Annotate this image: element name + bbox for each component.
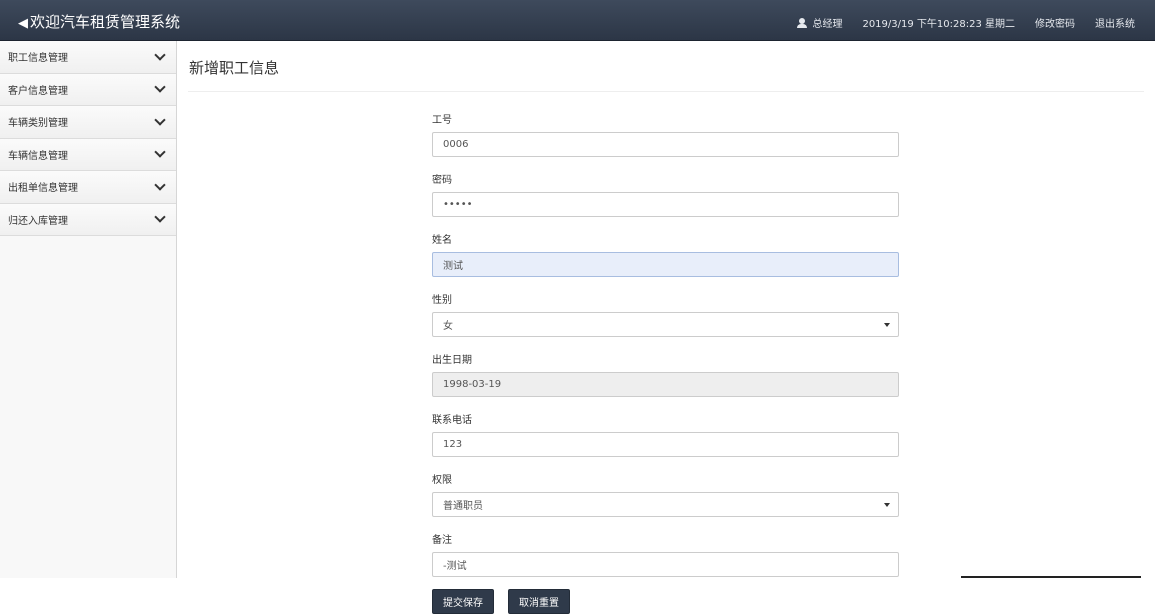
permission-label: 权限 <box>432 475 452 486</box>
chevron-down-icon <box>154 114 166 126</box>
phone-input[interactable]: 123 <box>432 432 899 457</box>
employee-id-input[interactable]: 0006 <box>432 132 899 157</box>
sidebar-item-label: 职工信息管理 <box>8 53 68 65</box>
sidebar-item-label: 客户信息管理 <box>8 85 68 97</box>
app-title: 欢迎汽车租赁管理系统 <box>30 13 181 31</box>
birthdate-value: 1998-03-19 <box>443 379 502 390</box>
employee-form: 工号 0006 密码 ••••• 姓名 测试 性别 女 出生日期 1998-03… <box>432 111 899 614</box>
phone-value: 123 <box>443 439 463 450</box>
title-divider <box>188 91 1144 92</box>
current-user-name: 总经理 <box>812 19 843 30</box>
current-user[interactable]: 总经理 <box>797 15 842 30</box>
page-title: 新增职工信息 <box>189 59 280 77</box>
current-datetime: 2019/3/19 下午10:28:23 星期二 <box>862 19 1015 30</box>
cancel-reset-button[interactable]: 取消重置 <box>508 589 570 614</box>
sidebar-item-vehicle-info[interactable]: 车辆信息管理 <box>0 138 176 171</box>
sidebar-item-label: 出租单信息管理 <box>8 183 78 195</box>
chevron-down-icon <box>154 179 166 191</box>
name-input[interactable]: 测试 <box>432 252 899 277</box>
sidebar-item-vehicle-category[interactable]: 车辆类别管理 <box>0 106 176 139</box>
app-brand[interactable]: ◀ 欢迎汽车租赁管理系统 <box>18 11 180 32</box>
employee-id-label: 工号 <box>432 115 452 126</box>
chevron-down-icon <box>154 81 166 93</box>
birthdate-label: 出生日期 <box>432 355 472 366</box>
top-nav: 总经理 2019/3/19 下午10:28:23 星期二 修改密码 退出系统 <box>777 15 1135 30</box>
password-value: ••••• <box>443 199 473 210</box>
caret-down-icon <box>884 323 890 327</box>
sidebar-item-customer[interactable]: 客户信息管理 <box>0 73 176 106</box>
phone-label: 联系电话 <box>432 415 472 426</box>
sidebar: 职工信息管理 客户信息管理 车辆类别管理 车辆信息管理 出租单信息管理 归还入库… <box>0 41 177 578</box>
name-value: 测试 <box>443 261 463 272</box>
top-bar: ◀ 欢迎汽车租赁管理系统 总经理 2019/3/19 下午10:28:23 星期二… <box>0 0 1155 41</box>
send-arrow-icon: ◀ <box>18 16 28 31</box>
chevron-down-icon <box>154 49 166 61</box>
sidebar-item-label: 车辆信息管理 <box>8 150 68 162</box>
main-content: 新增职工信息 工号 0006 密码 ••••• 姓名 测试 性别 女 出生日期 … <box>178 41 1155 614</box>
gender-value: 女 <box>443 321 453 332</box>
employee-id-value: 0006 <box>443 139 469 150</box>
name-label: 姓名 <box>432 235 452 246</box>
sidebar-item-employee[interactable]: 职工信息管理 <box>0 41 176 74</box>
logout-link[interactable]: 退出系统 <box>1095 15 1135 30</box>
birthdate-input[interactable]: 1998-03-19 <box>432 372 899 397</box>
sidebar-item-rental-order[interactable]: 出租单信息管理 <box>0 171 176 204</box>
gender-label: 性别 <box>432 295 452 306</box>
chevron-down-icon <box>154 211 166 223</box>
sidebar-item-return-storage[interactable]: 归还入库管理 <box>0 203 176 236</box>
submit-save-button[interactable]: 提交保存 <box>432 589 494 614</box>
remark-input[interactable]: -测试 <box>432 552 899 577</box>
chevron-down-icon <box>154 146 166 158</box>
remark-value: -测试 <box>443 561 467 572</box>
permission-value: 普通职员 <box>443 501 483 512</box>
gender-select[interactable]: 女 <box>432 312 899 337</box>
change-password-link[interactable]: 修改密码 <box>1035 15 1075 30</box>
password-label: 密码 <box>432 175 452 186</box>
password-input[interactable]: ••••• <box>432 192 899 217</box>
permission-select[interactable]: 普通职员 <box>432 492 899 517</box>
caret-down-icon <box>884 503 890 507</box>
remark-label: 备注 <box>432 535 452 546</box>
form-actions: 提交保存 取消重置 <box>432 589 899 614</box>
sidebar-item-label: 归还入库管理 <box>8 215 68 227</box>
user-icon <box>797 17 808 28</box>
sidebar-item-label: 车辆类别管理 <box>8 118 68 130</box>
